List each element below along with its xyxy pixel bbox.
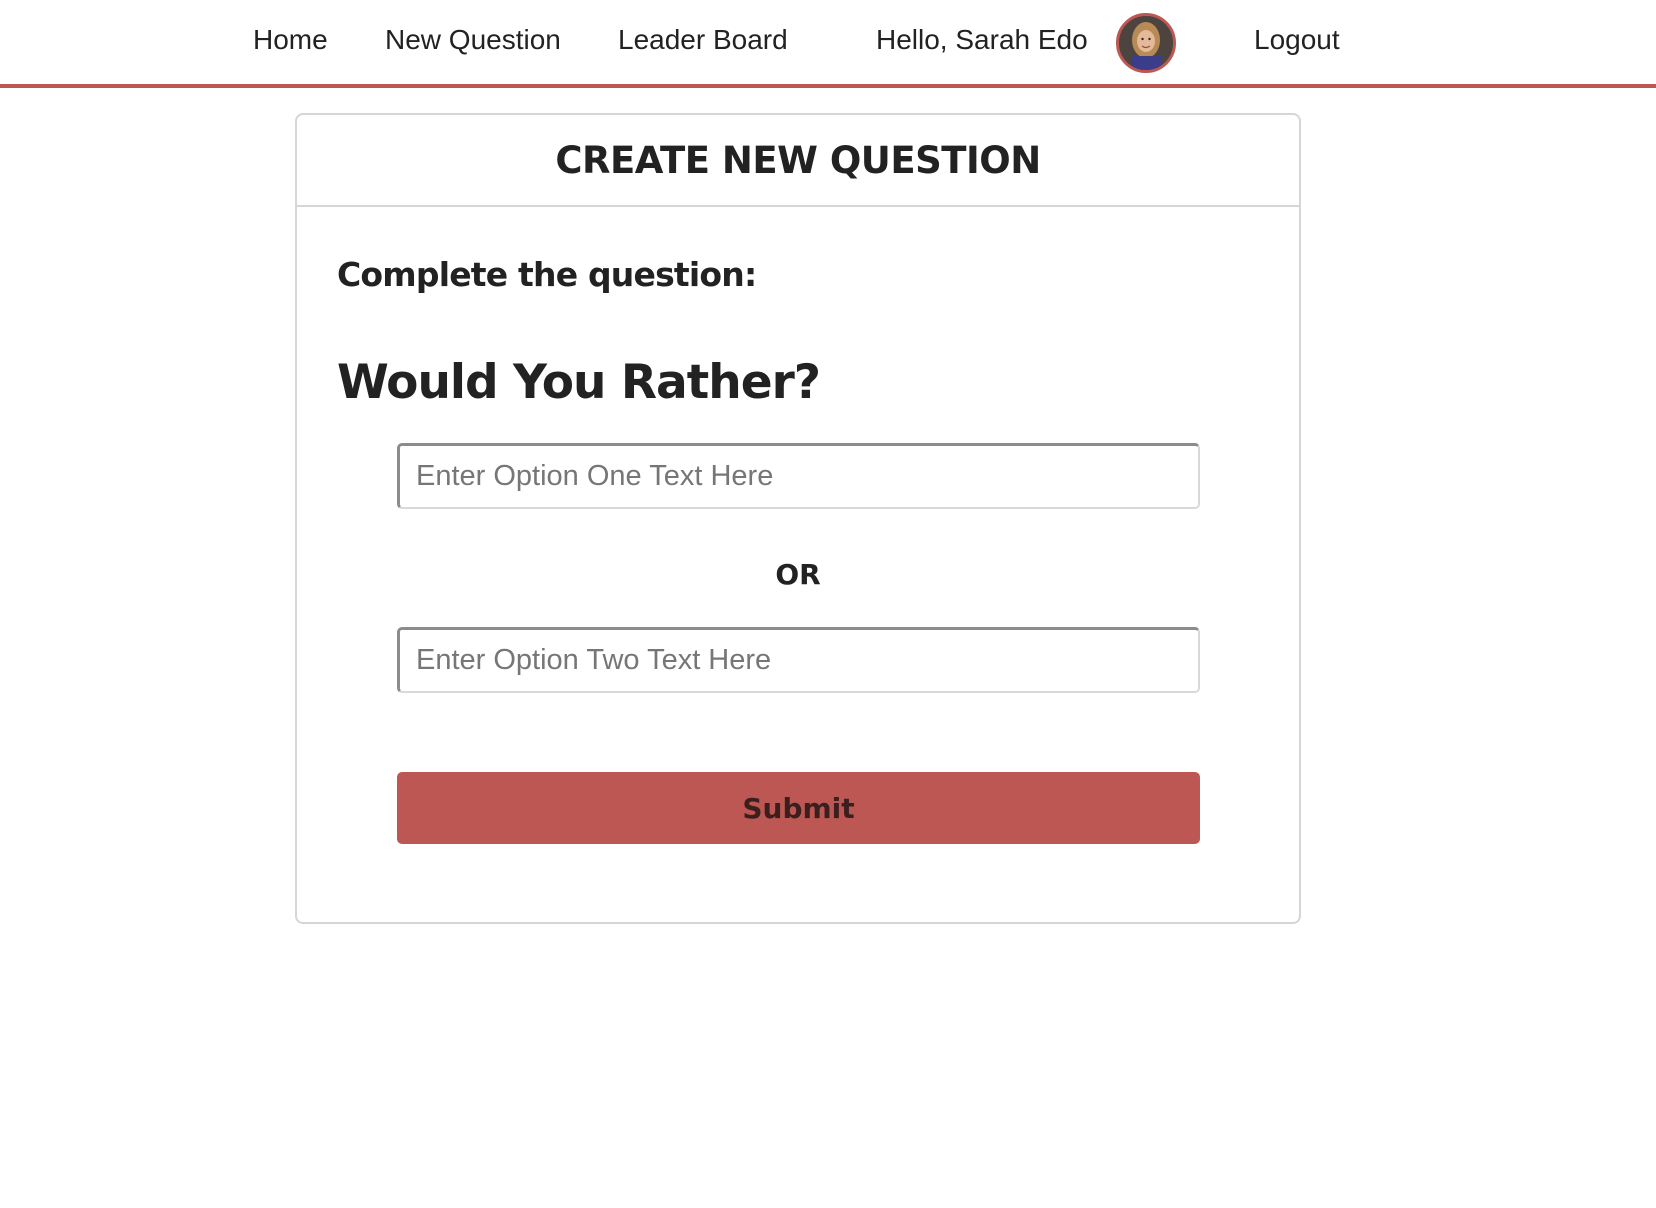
or-separator: OR [775, 558, 821, 591]
nav-logout-link[interactable]: Logout [1254, 22, 1340, 58]
option-two-input[interactable] [397, 627, 1200, 693]
complete-question-label: Complete the question: [337, 255, 757, 294]
option-one-input[interactable] [397, 443, 1200, 509]
nav-new-question-link[interactable]: New Question [385, 22, 561, 58]
would-you-rather-heading: Would You Rather? [337, 355, 821, 410]
top-navbar: Home New Question Leader Board Hello, Sa… [0, 0, 1656, 88]
user-avatar [1116, 13, 1176, 73]
new-question-card: CREATE NEW QUESTION Complete the questio… [295, 113, 1301, 924]
nav-home-link[interactable]: Home [253, 22, 328, 58]
user-greeting: Hello, Sarah Edo [876, 24, 1088, 55]
card-title: CREATE NEW QUESTION [555, 138, 1041, 182]
card-header: CREATE NEW QUESTION [297, 115, 1299, 207]
submit-button[interactable]: Submit [397, 772, 1200, 844]
nav-leader-board-link[interactable]: Leader Board [618, 22, 788, 58]
